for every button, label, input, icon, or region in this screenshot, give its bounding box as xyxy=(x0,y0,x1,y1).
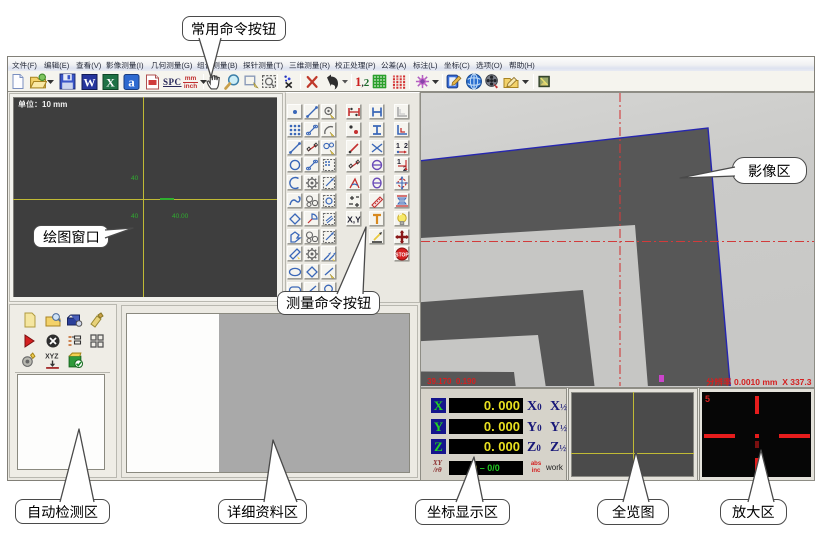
svg-text:X: X xyxy=(106,76,115,90)
svg-text:X,Y: X,Y xyxy=(347,214,361,224)
svg-text:XYZ: XYZ xyxy=(45,353,59,360)
svg-text:STOP: STOP xyxy=(395,253,409,259)
svg-text:1: 1 xyxy=(397,159,401,166)
svg-text:2: 2 xyxy=(404,143,408,150)
svg-text:a: a xyxy=(128,75,135,90)
svg-text:W: W xyxy=(84,76,96,90)
svg-text:1: 1 xyxy=(396,143,400,150)
